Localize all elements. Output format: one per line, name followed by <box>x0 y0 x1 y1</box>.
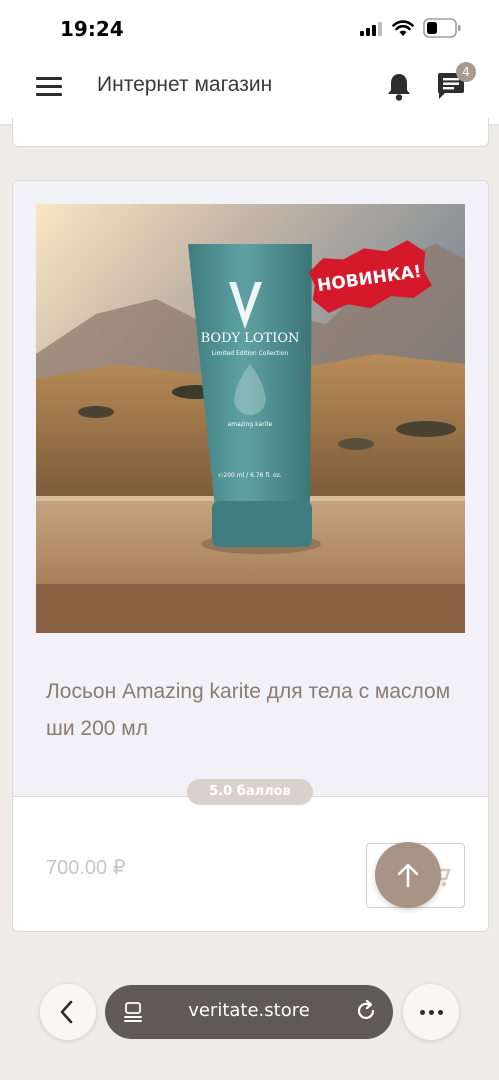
more-horizontal-icon[interactable] <box>403 984 459 1040</box>
app-header: Интернет магазин 4 <box>0 56 499 124</box>
product-image[interactable]: BODY LOTION Limited Edition Collection a… <box>36 204 465 633</box>
reload-icon[interactable] <box>355 1000 377 1022</box>
product-card-upper: BODY LOTION Limited Edition Collection a… <box>13 181 488 796</box>
scroll-to-top-button[interactable] <box>375 842 441 908</box>
status-time: 19:24 <box>60 17 124 41</box>
browser-back-button[interactable] <box>40 984 96 1040</box>
url-text: veritate.store <box>188 1000 310 1021</box>
hamburger-menu-icon[interactable] <box>36 77 62 99</box>
messages-badge: 4 <box>456 62 476 82</box>
page-title: Интернет магазин <box>97 73 273 96</box>
bell-icon[interactable] <box>386 72 412 102</box>
product-price: 700.00 ₽ <box>46 857 126 879</box>
status-bar: 19:24 <box>0 0 499 56</box>
wifi-icon <box>392 20 414 36</box>
arrow-up-icon <box>397 863 419 888</box>
package-title-text: BODY LOTION <box>201 331 300 346</box>
product-name[interactable]: Лосьон Amazing karite для тела с маслом … <box>46 673 466 747</box>
rating-badge: 5.0 баллов <box>187 779 313 805</box>
address-bar[interactable]: veritate.store <box>105 985 393 1039</box>
cellular-signal-icon <box>360 22 382 36</box>
product-card[interactable]: BODY LOTION Limited Edition Collection a… <box>12 180 489 932</box>
package-line-text: amazing karite <box>228 421 273 428</box>
package-subtitle-text: Limited Edition Collection <box>212 350 289 357</box>
battery-icon <box>423 18 461 38</box>
chevron-left-icon <box>60 1000 73 1024</box>
previous-product-card[interactable] <box>12 118 489 147</box>
package-volume-text: ℮200 ml / 6.76 fl. oz. <box>218 472 282 479</box>
